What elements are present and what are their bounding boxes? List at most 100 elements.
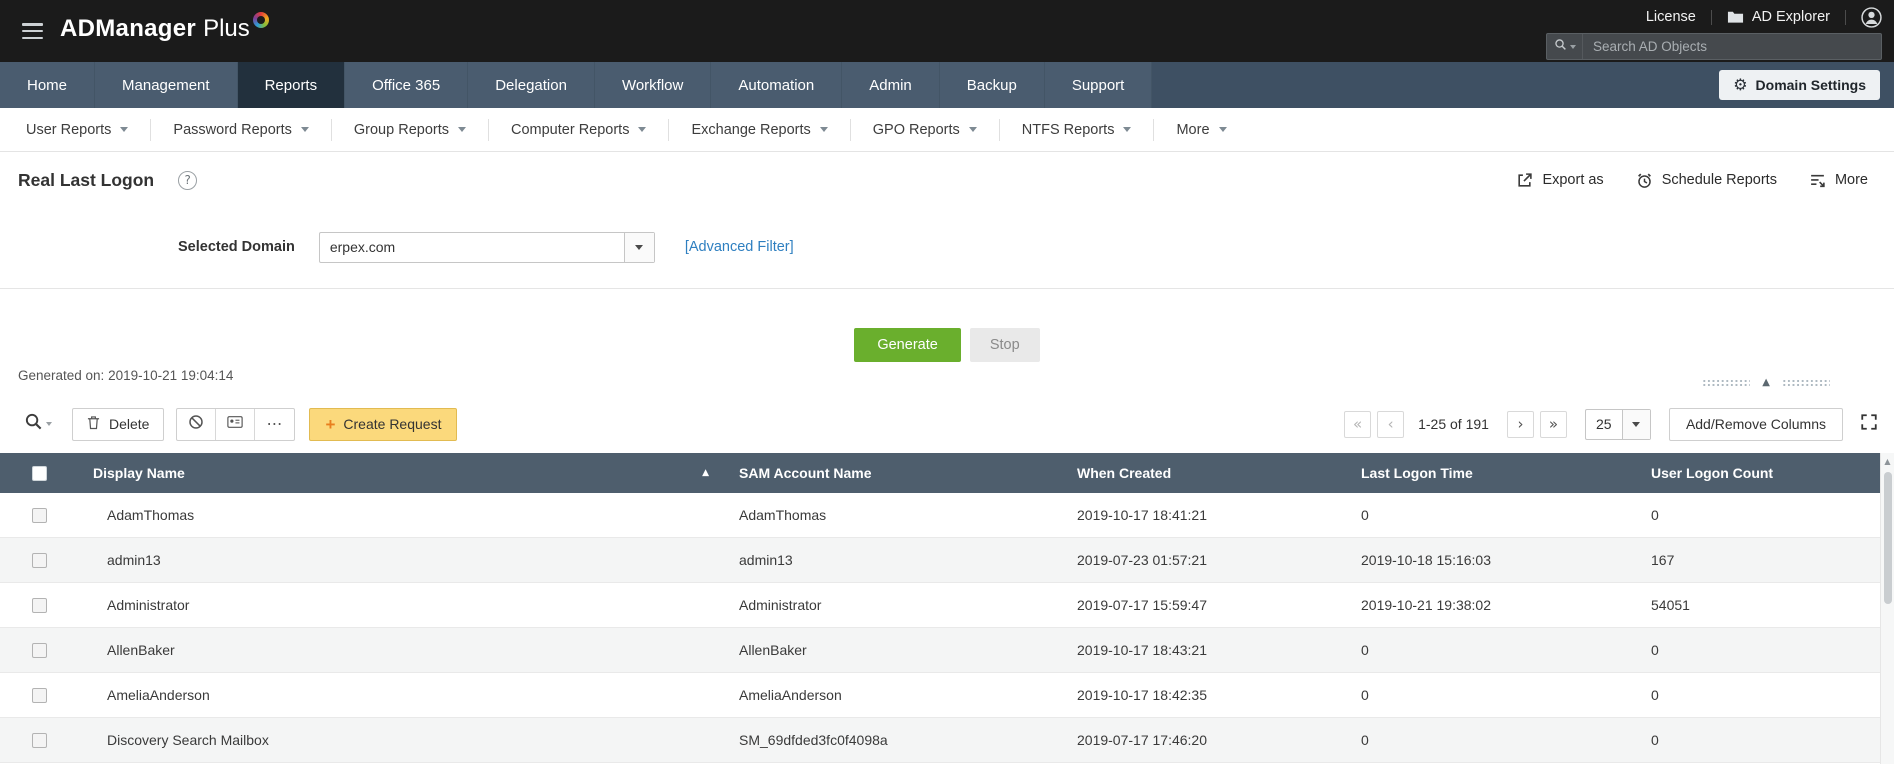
previous-page-button[interactable]: ‹ bbox=[1377, 410, 1405, 438]
table-row[interactable]: Administrator Administrator 2019-07-17 15:… bbox=[0, 583, 1880, 628]
selected-domain-select[interactable]: erpex.com bbox=[318, 231, 655, 263]
row-checkbox[interactable] bbox=[32, 732, 47, 748]
select-arrow-button[interactable] bbox=[1621, 409, 1650, 439]
cell-display-name: Administrator bbox=[107, 597, 190, 613]
smartcard-button[interactable] bbox=[216, 408, 256, 440]
first-page-button[interactable]: « bbox=[1344, 410, 1372, 438]
nav-tabs: Home Management Reports Office 365 Delegatio… bbox=[0, 62, 1894, 108]
cell-display-name: AllenBaker bbox=[107, 642, 175, 658]
selected-domain-value: erpex.com bbox=[329, 239, 396, 255]
cell-user-logon-count: 0 bbox=[1651, 687, 1659, 703]
table-row[interactable]: Discovery Search Mailbox SM_69dfded3fc0f4… bbox=[0, 718, 1880, 763]
table-row[interactable]: AmeliaAnderson AmeliaAnderson 2019-10-17 1… bbox=[0, 673, 1880, 718]
subnav-item-ntfs-reports[interactable]: NTFS Reports bbox=[1000, 118, 1155, 141]
scroll-up-icon[interactable]: ▲ bbox=[1884, 458, 1890, 466]
subnav-item-gpo-reports[interactable]: GPO Reports bbox=[851, 118, 1000, 141]
advanced-filter-link[interactable]: [Advanced Filter] bbox=[685, 239, 794, 255]
row-checkbox[interactable] bbox=[32, 507, 47, 523]
select-arrow-button[interactable] bbox=[623, 232, 654, 262]
chevron-down-icon bbox=[120, 127, 129, 132]
nav-tab-automation[interactable]: Automation bbox=[711, 62, 843, 108]
row-checkbox[interactable] bbox=[32, 552, 47, 568]
help-icon[interactable]: ? bbox=[178, 170, 198, 190]
question-glyph: ? bbox=[184, 173, 191, 187]
disable-account-button[interactable] bbox=[177, 408, 217, 440]
row-checkbox[interactable] bbox=[32, 687, 47, 703]
pagination-range: 1-25 of 191 bbox=[1418, 416, 1489, 432]
page-title: Real Last Logon bbox=[18, 169, 155, 190]
nav-tab-workflow[interactable]: Workflow bbox=[594, 62, 712, 108]
vertical-scrollbar[interactable]: ▲ bbox=[1880, 453, 1894, 764]
plus-icon: + bbox=[325, 414, 336, 434]
subnav-item-password-reports[interactable]: Password Reports bbox=[151, 118, 332, 141]
domain-settings-label: Domain Settings bbox=[1755, 77, 1866, 93]
nav-tab-management[interactable]: Management bbox=[95, 62, 238, 108]
cell-when-created: 2019-10-17 18:41:21 bbox=[1077, 507, 1207, 523]
nav-tab-backup[interactable]: Backup bbox=[939, 62, 1045, 108]
export-as-button[interactable]: Export as bbox=[1516, 172, 1604, 189]
nav-tab-delegation[interactable]: Delegation bbox=[468, 62, 595, 108]
stop-button[interactable]: Stop bbox=[969, 328, 1040, 362]
column-header-display-name[interactable]: Display Name ▲ bbox=[79, 453, 725, 493]
more-row-actions-button[interactable]: ⋯ bbox=[255, 409, 294, 440]
select-all-checkbox[interactable] bbox=[32, 465, 47, 481]
subnav-item-group-reports[interactable]: Group Reports bbox=[332, 118, 489, 141]
nav-tab-home[interactable]: Home bbox=[0, 62, 96, 108]
add-remove-columns-button[interactable]: Add/Remove Columns bbox=[1668, 407, 1843, 441]
subnav-item-label: NTFS Reports bbox=[1021, 121, 1115, 138]
app-logo: ADManager Plus bbox=[60, 12, 269, 43]
domain-filter-row: Selected Domain erpex.com [Advanced Filt… bbox=[0, 230, 1894, 264]
row-checkbox[interactable] bbox=[32, 597, 47, 613]
subnav-item-label: More bbox=[1176, 121, 1210, 138]
column-header-user-logon-count[interactable]: User Logon Count bbox=[1637, 453, 1880, 493]
nav-tab-admin[interactable]: Admin bbox=[842, 62, 940, 108]
user-account-icon[interactable] bbox=[1861, 6, 1882, 28]
column-header-sam-account-name[interactable]: SAM Account Name bbox=[725, 453, 1063, 493]
subnav-item-label: Password Reports bbox=[173, 121, 292, 138]
generate-button[interactable]: Generate bbox=[854, 328, 961, 362]
subnav-item-user-reports[interactable]: User Reports bbox=[4, 118, 152, 141]
row-checkbox[interactable] bbox=[32, 642, 47, 658]
create-request-button[interactable]: + Create Request bbox=[309, 407, 458, 441]
hamburger-menu-icon[interactable] bbox=[22, 23, 43, 39]
column-header-last-logon-time[interactable]: Last Logon Time bbox=[1347, 453, 1637, 493]
id-card-icon bbox=[227, 414, 244, 435]
nav-tab-office-365[interactable]: Office 365 bbox=[345, 62, 469, 108]
table-row[interactable]: AdamThomas AdamThomas 2019-10-17 18:41:21 0… bbox=[0, 493, 1880, 538]
chevron-down-icon bbox=[638, 127, 647, 132]
column-label: Display Name bbox=[93, 465, 185, 481]
cell-user-logon-count: 0 bbox=[1651, 732, 1659, 748]
subnav-item-label: Computer Reports bbox=[511, 121, 630, 138]
admanager-plus-app: ADManager Plus License AD Explorer Searc… bbox=[0, 0, 1894, 764]
table-row[interactable]: admin13 admin13 2019-07-23 01:57:21 2019-10… bbox=[0, 538, 1880, 583]
nav-tab-support[interactable]: Support bbox=[1044, 62, 1153, 108]
last-page-button[interactable]: » bbox=[1539, 410, 1567, 438]
panel-collapse-handle[interactable]: ▲ bbox=[1702, 378, 1830, 388]
ad-explorer-link[interactable]: AD Explorer bbox=[1727, 9, 1830, 25]
column-header-when-created[interactable]: When Created bbox=[1063, 453, 1347, 493]
chevron-down-icon bbox=[635, 244, 644, 250]
cell-user-logon-count: 0 bbox=[1651, 642, 1659, 658]
license-link[interactable]: License bbox=[1646, 9, 1696, 25]
table-row[interactable]: AllenBaker AllenBaker 2019-10-17 18:43:21 0… bbox=[0, 628, 1880, 673]
search-scope-button[interactable] bbox=[1547, 34, 1583, 59]
more-actions-button[interactable]: More bbox=[1809, 172, 1868, 189]
expand-icon bbox=[1860, 413, 1878, 436]
subnav-item-exchange-reports[interactable]: Exchange Reports bbox=[669, 118, 851, 141]
delete-button[interactable]: Delete bbox=[72, 407, 165, 441]
sort-asc-icon[interactable]: ▲ bbox=[702, 468, 709, 478]
subnav-item-computer-reports[interactable]: Computer Reports bbox=[489, 118, 670, 141]
page-size-value: 25 bbox=[1595, 416, 1612, 432]
cell-user-logon-count: 0 bbox=[1651, 507, 1659, 523]
scrollbar-thumb[interactable] bbox=[1883, 472, 1892, 604]
page-size-select[interactable]: 25 bbox=[1584, 408, 1651, 440]
subnav-item-more[interactable]: More bbox=[1154, 119, 1248, 141]
schedule-reports-button[interactable]: Schedule Reports bbox=[1636, 172, 1777, 189]
domain-settings-button[interactable]: ⚙ Domain Settings bbox=[1719, 70, 1880, 100]
nav-tab-reports[interactable]: Reports bbox=[237, 62, 346, 108]
next-page-button[interactable]: › bbox=[1506, 410, 1534, 438]
search-input[interactable] bbox=[1583, 34, 1881, 59]
fullscreen-button[interactable] bbox=[1860, 413, 1878, 436]
cell-when-created: 2019-10-17 18:42:35 bbox=[1077, 687, 1207, 703]
table-search-button[interactable] bbox=[24, 412, 52, 436]
